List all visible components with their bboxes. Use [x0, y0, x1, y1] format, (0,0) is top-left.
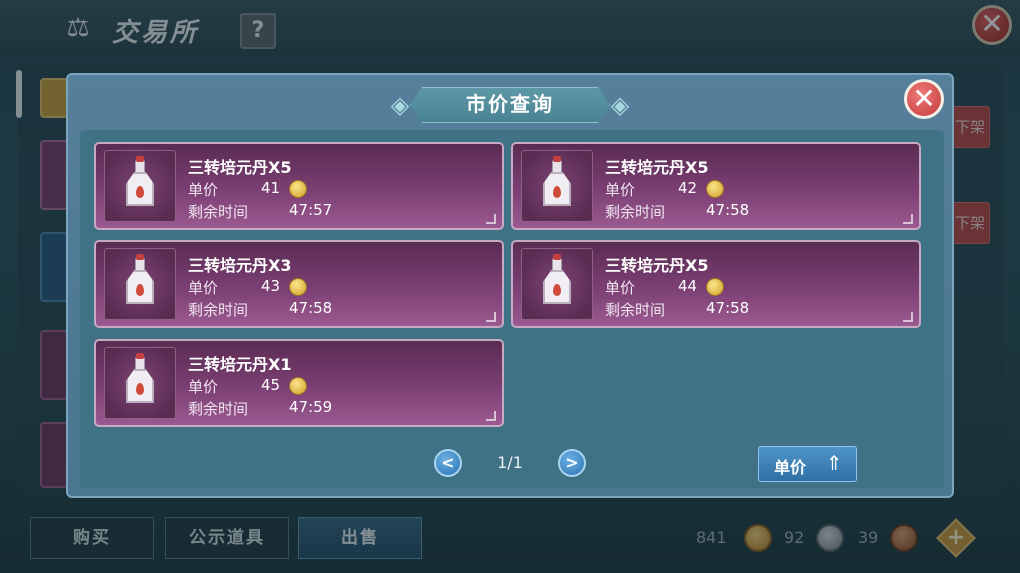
- item-name: 三转培元丹X5: [605, 158, 709, 177]
- item-name: 三转培元丹X3: [188, 256, 292, 275]
- ornament-icon: ◈: [610, 91, 630, 119]
- dialog-title: 市价查询: [466, 92, 554, 116]
- sort-label: 单价: [774, 458, 807, 477]
- gold-coin-icon: [289, 180, 307, 198]
- item-name: 三转培元丹X1: [188, 355, 292, 374]
- listing-card[interactable]: 三转培元丹X5 单价 44 剩余时间 47:58: [511, 240, 921, 328]
- dialog-close-button[interactable]: ✕: [904, 79, 944, 119]
- corner-mark-icon: [486, 214, 496, 224]
- remaining-time: 47:58: [706, 299, 750, 317]
- unit-price: 41: [261, 179, 281, 197]
- unit-price: 44: [678, 277, 698, 295]
- potion-bottle-icon: [126, 254, 154, 304]
- gold-coin-icon: [706, 180, 724, 198]
- gold-coin-icon: [289, 278, 307, 296]
- price-label: 单价: [605, 181, 636, 199]
- item-name: 三转培元丹X5: [188, 158, 292, 177]
- potion-bottle-icon: [543, 156, 571, 206]
- unit-price: 42: [678, 179, 698, 197]
- remaining-time: 47:57: [289, 201, 333, 219]
- time-label: 剩余时间: [605, 203, 666, 221]
- potion-bottle-icon: [126, 156, 154, 206]
- potion-bottle-icon: [126, 353, 154, 403]
- listing-card[interactable]: 三转培元丹X1 单价 45 剩余时间 47:59: [94, 339, 504, 427]
- corner-mark-icon: [903, 214, 913, 224]
- page-indicator: 1/1: [497, 453, 523, 472]
- time-label: 剩余时间: [188, 301, 249, 319]
- price-label: 单价: [188, 181, 219, 199]
- unit-price: 45: [261, 376, 281, 394]
- sort-up-icon: ⇑: [825, 451, 843, 475]
- listing-card[interactable]: 三转培元丹X3 单价 43 剩余时间 47:58: [94, 240, 504, 328]
- price-label: 单价: [188, 279, 219, 297]
- remaining-time: 47:59: [289, 398, 333, 416]
- corner-mark-icon: [903, 312, 913, 322]
- listing-card[interactable]: 三转培元丹X5 单价 42 剩余时间 47:58: [511, 142, 921, 230]
- potion-bottle-icon: [543, 254, 571, 304]
- next-page-button[interactable]: >: [558, 449, 586, 477]
- item-name: 三转培元丹X5: [605, 256, 709, 275]
- remaining-time: 47:58: [289, 299, 333, 317]
- time-label: 剩余时间: [188, 400, 249, 418]
- time-label: 剩余时间: [605, 301, 666, 319]
- time-label: 剩余时间: [188, 203, 249, 221]
- gold-coin-icon: [289, 377, 307, 395]
- gold-coin-icon: [706, 278, 724, 296]
- remaining-time: 47:58: [706, 201, 750, 219]
- price-label: 单价: [605, 279, 636, 297]
- prev-page-button[interactable]: <: [434, 449, 462, 477]
- price-label: 单价: [188, 378, 219, 396]
- unit-price: 43: [261, 277, 281, 295]
- listing-card[interactable]: 三转培元丹X5 单价 41 剩余时间 47:57: [94, 142, 504, 230]
- corner-mark-icon: [486, 312, 496, 322]
- corner-mark-icon: [486, 411, 496, 421]
